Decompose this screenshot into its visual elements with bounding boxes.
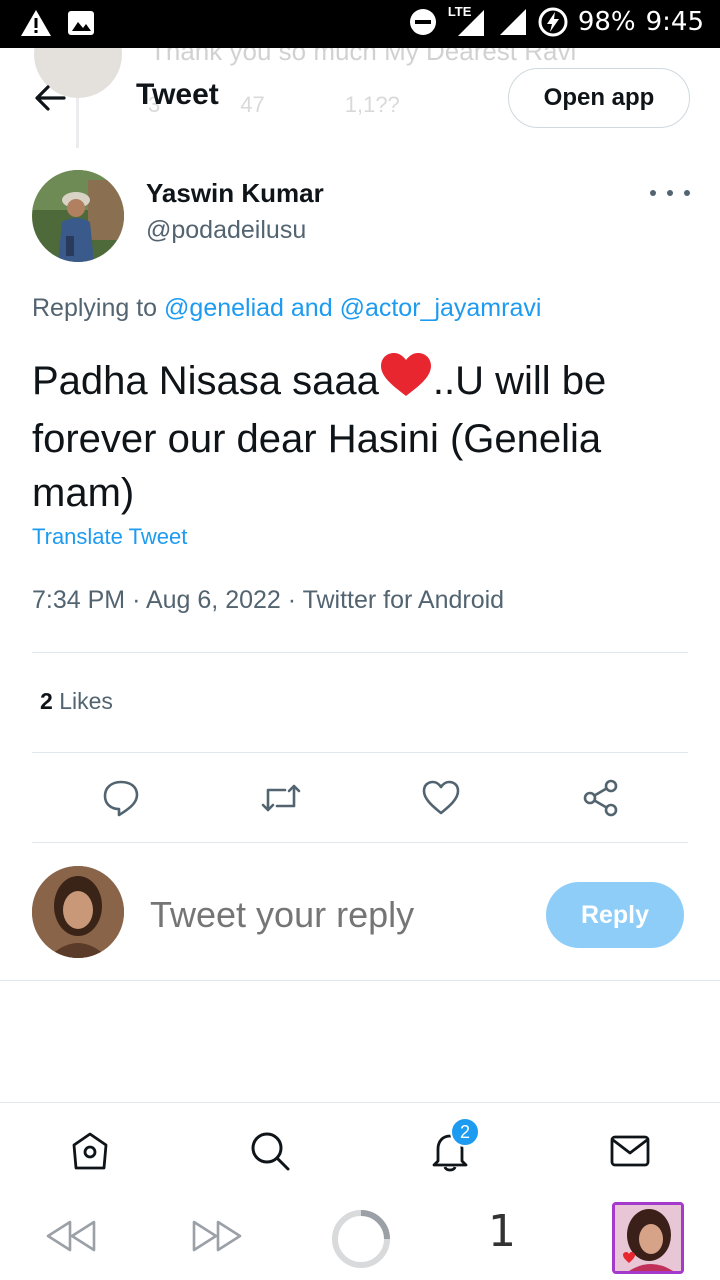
loading-spinner-icon <box>332 1210 390 1268</box>
mention-link[interactable]: @actor_jayamravi <box>340 294 542 322</box>
meta-separator: · <box>287 586 303 614</box>
open-app-button[interactable]: Open app <box>508 68 690 128</box>
tweet-time[interactable]: 7:34 PM <box>32 586 125 614</box>
lte-signal-icon: LTE <box>448 4 488 38</box>
envelope-icon <box>610 1135 650 1167</box>
retweet-icon <box>261 784 301 812</box>
tweet-text-part-1: Padha Nisasa saaa <box>32 359 379 403</box>
fast-forward-icon <box>192 1220 242 1252</box>
search-icon <box>251 1132 290 1171</box>
browser-toolbar: 1 <box>0 1198 720 1280</box>
likes-number: 2 <box>40 688 53 714</box>
do-not-disturb-icon <box>409 9 436 35</box>
tweet-reply-input[interactable] <box>150 894 520 936</box>
status-bar: LTE 98% 9:45 <box>0 0 720 48</box>
more-dot-icon <box>650 190 656 196</box>
translate-tweet-link[interactable]: Translate Tweet <box>32 524 187 550</box>
reply-button[interactable]: Reply <box>546 882 684 948</box>
battery-percent: 98% <box>577 7 636 37</box>
bottom-nav: 2 <box>0 1102 720 1198</box>
replying-prefix: Replying to <box>32 294 158 322</box>
divider <box>32 842 688 843</box>
tweet-meta: 7:34 PM · Aug 6, 2022 · Twitter for Andr… <box>32 586 504 615</box>
author-avatar[interactable] <box>32 170 124 262</box>
notifications-badge: 2 <box>450 1117 480 1147</box>
meta-separator: · <box>132 586 146 614</box>
likes-count-link[interactable]: 2 Likes <box>40 688 113 715</box>
divider <box>32 652 688 653</box>
share-action-button[interactable] <box>577 774 625 822</box>
page-title: Tweet <box>136 78 219 111</box>
heart-outline-icon <box>422 780 460 815</box>
more-options-button[interactable] <box>650 178 690 208</box>
divider <box>32 752 688 753</box>
signal-icon <box>499 9 526 35</box>
nav-search[interactable] <box>248 1129 292 1173</box>
more-dot-icon <box>667 190 673 196</box>
tweet-text: Padha Nisasa saaa ..U will be forever our… <box>32 352 692 520</box>
share-icon <box>583 779 618 817</box>
top-header: Tweet Open app <box>0 48 720 148</box>
back-arrow-icon <box>35 85 66 111</box>
composer-divider <box>0 980 720 981</box>
mention-link[interactable]: @geneliad <box>164 294 284 322</box>
retweet-action-button[interactable] <box>257 774 305 822</box>
browser-back-button[interactable] <box>44 1216 98 1261</box>
author-name[interactable]: Yaswin Kumar <box>146 178 324 209</box>
battery-charging-icon <box>538 7 568 37</box>
tab-count[interactable]: 1 <box>488 1206 516 1257</box>
nav-home[interactable] <box>68 1129 112 1173</box>
author-handle[interactable]: @podadeilusu <box>146 216 306 245</box>
mention-and: and <box>290 294 333 322</box>
clock: 9:45 <box>645 7 704 37</box>
browser-forward-button[interactable] <box>190 1216 244 1261</box>
like-action-button[interactable] <box>417 774 465 822</box>
replying-to: Replying to @geneliad and @actor_jayamra… <box>32 294 541 323</box>
more-dot-icon <box>684 190 690 196</box>
home-icon <box>72 1132 108 1170</box>
tweet-date[interactable]: Aug 6, 2022 <box>146 586 281 614</box>
tweet-source: Twitter for Android <box>302 586 505 614</box>
likes-label: Likes <box>59 688 113 714</box>
red-heart-icon <box>379 352 433 412</box>
tweet-actions <box>0 770 720 826</box>
reply-action-button[interactable] <box>97 774 145 822</box>
nav-messages[interactable] <box>608 1129 652 1173</box>
warning-icon <box>21 10 51 36</box>
tab-thumbnail[interactable] <box>612 1202 684 1274</box>
rewind-icon <box>46 1220 96 1252</box>
back-button[interactable] <box>30 78 70 118</box>
browser-reload-button[interactable] <box>330 1208 392 1275</box>
reply-bubble-icon <box>103 780 139 817</box>
current-user-avatar[interactable] <box>32 866 124 958</box>
image-notification-icon <box>68 11 94 35</box>
